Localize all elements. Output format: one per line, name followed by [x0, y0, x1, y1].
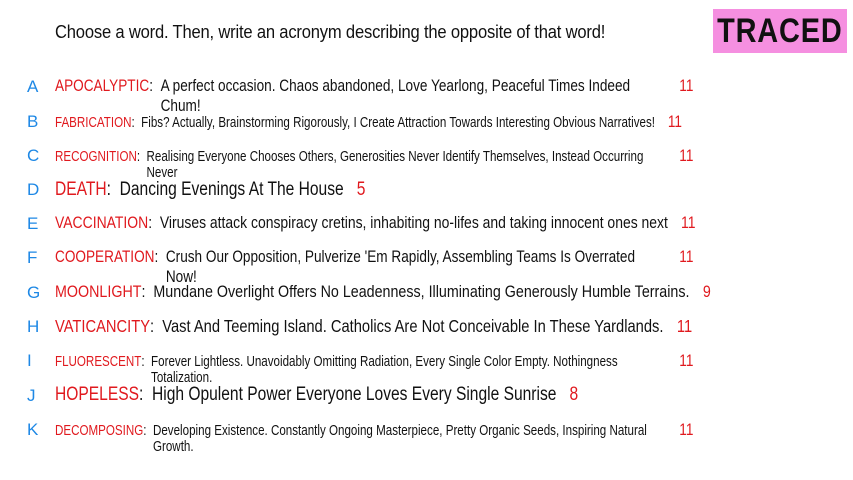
badge-label: TRACED	[717, 11, 843, 50]
row-count: 11	[679, 351, 694, 370]
row-word: DECOMPOSING	[55, 423, 144, 439]
row-line: FABRICATION: Fibs? Actually, Brainstormi…	[55, 112, 682, 132]
row-colon: :	[141, 354, 152, 370]
row-count: 11	[681, 213, 696, 232]
row-line: RECOGNITION: Realising Everyone Chooses …	[55, 146, 693, 181]
row-phrase: Forever Lightless. Unavoidably Omitting …	[151, 354, 618, 386]
row-letter: K	[27, 420, 39, 439]
row-letter: H	[27, 317, 40, 336]
row-letter: J	[27, 386, 36, 405]
row-count: 11	[679, 146, 694, 165]
row-letter: A	[27, 77, 39, 96]
row-letter: I	[27, 351, 32, 370]
row-word: VATICANCITY	[55, 316, 151, 336]
row-word: COOPERATION	[55, 247, 155, 266]
row-phrase: Fibs? Actually, Brainstorming Rigorously…	[141, 115, 656, 131]
row-line: COOPERATION: Crush Our Opposition, Pulve…	[55, 247, 693, 287]
row-colon: :	[150, 316, 163, 336]
row-word: APOCALYPTIC	[55, 76, 150, 95]
row-word: MOONLIGHT	[55, 282, 142, 301]
row-line: DECOMPOSING: Developing Existence. Const…	[55, 420, 693, 455]
row-letter: E	[27, 214, 39, 233]
row-letter: F	[27, 248, 38, 267]
row-phrase: Realising Everyone Chooses Others, Gener…	[146, 149, 644, 181]
row-line: DEATH: Dancing Evenings At The House 5	[55, 179, 365, 201]
row-phrase: Viruses attack conspiracy cretins, inhab…	[159, 213, 668, 232]
row-colon: :	[141, 282, 154, 301]
row-colon: :	[149, 76, 161, 95]
row-count: 11	[679, 76, 694, 95]
row-count: 11	[679, 420, 694, 439]
row-colon: :	[106, 179, 120, 200]
row-colon: :	[136, 149, 147, 165]
row-word: HOPELESS	[55, 384, 139, 405]
row-phrase: Mundane Overlight Offers No Leadenness, …	[153, 282, 690, 301]
row-word: VACCINATION	[55, 213, 149, 232]
row-word: FABRICATION	[55, 115, 132, 131]
row-letter: G	[27, 283, 41, 302]
row-count: 11	[676, 316, 693, 336]
row-phrase: Crush Our Opposition, Pulverize 'Em Rapi…	[165, 247, 636, 286]
row-phrase: A perfect occasion. Chaos abandoned, Lov…	[160, 76, 631, 115]
row-phrase: High Opulent Power Everyone Loves Every …	[151, 384, 557, 405]
row-line: MOONLIGHT: Mundane Overlight Offers No L…	[55, 282, 711, 302]
row-line: HOPELESS: High Opulent Power Everyone Lo…	[55, 384, 578, 406]
row-line: VACCINATION: Viruses attack conspiracy c…	[55, 213, 695, 233]
row-letter: B	[27, 112, 39, 131]
row-phrase: Developing Existence. Constantly Ongoing…	[152, 423, 647, 455]
row-line: FLUORESCENT: Forever Lightless. Unavoida…	[55, 351, 693, 386]
row-word: DEATH	[55, 179, 107, 200]
row-line: VATICANCITY: Vast And Teeming Island. Ca…	[55, 316, 692, 337]
row-colon: :	[138, 384, 152, 405]
row-count: 11	[679, 247, 694, 266]
row-colon: :	[131, 115, 142, 131]
row-count: 9	[702, 282, 711, 301]
traced-badge: TRACED	[713, 9, 847, 53]
row-word: FLUORESCENT	[55, 354, 142, 370]
row-word: RECOGNITION	[55, 149, 137, 165]
row-phrase: Dancing Evenings At The House	[119, 179, 344, 200]
row-colon: :	[143, 423, 153, 439]
row-letter: C	[27, 146, 40, 165]
row-line: APOCALYPTIC: A perfect occasion. Chaos a…	[55, 76, 693, 116]
row-count: 11	[667, 112, 682, 131]
row-letter: D	[27, 180, 40, 199]
row-count: 8	[569, 384, 579, 405]
prompt-text: Choose a word. Then, write an acronym de…	[55, 22, 606, 42]
row-phrase: Vast And Teeming Island. Catholics Are N…	[162, 316, 664, 336]
row-count: 5	[356, 179, 366, 200]
row-colon: :	[154, 247, 166, 266]
row-colon: :	[148, 213, 160, 232]
